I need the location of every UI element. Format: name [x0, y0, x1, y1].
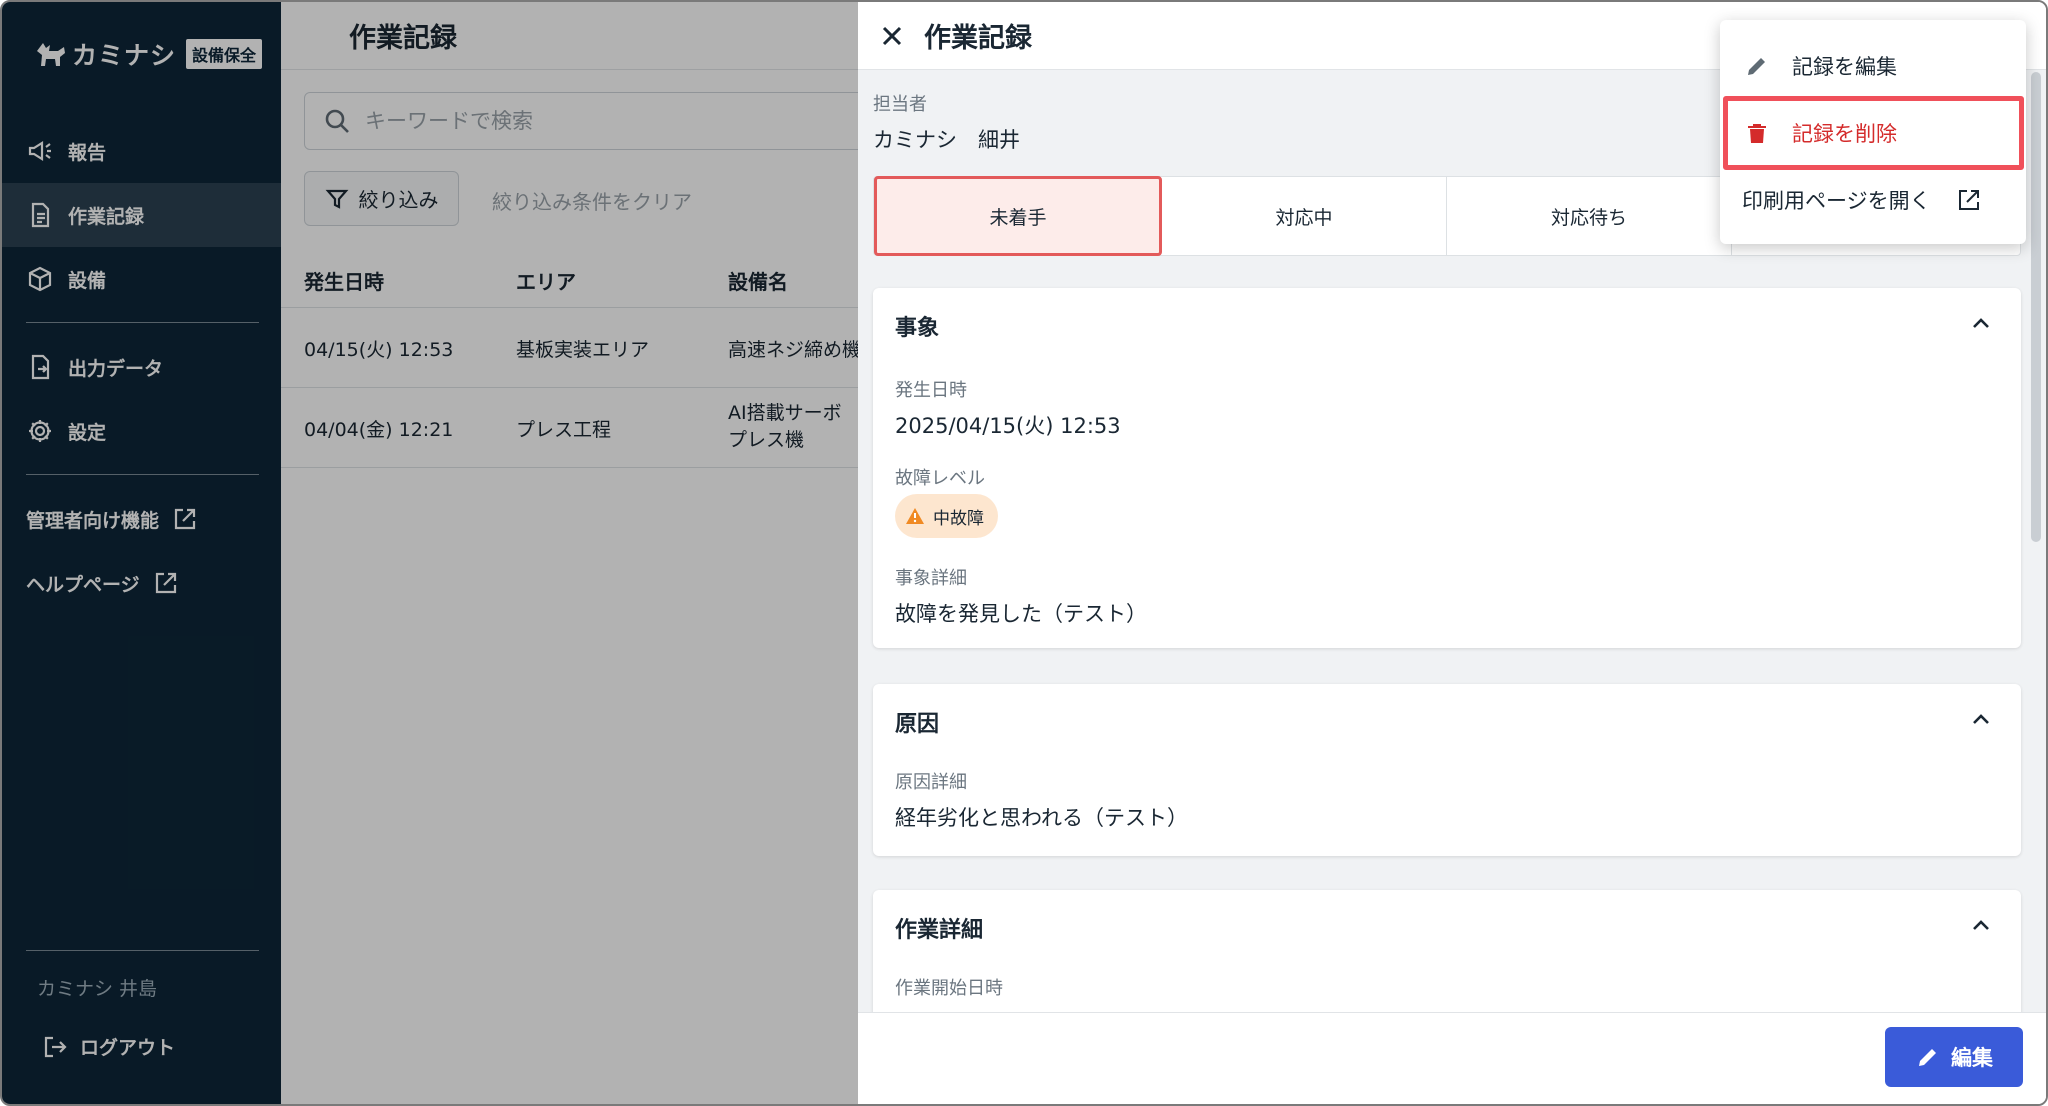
close-icon[interactable]	[874, 18, 910, 54]
work-record-list: 作業記録 絞り込み 絞り込み条件をクリア 発生日時 エリア 設備名 04/15(…	[281, 2, 904, 1104]
pencil-icon	[1919, 1049, 1936, 1066]
assignee-value: カミナシ 細井	[873, 128, 1020, 152]
event-section-card: 事象 発生日時 2025/04/15(火) 12:53 故障レベル 中故障 事象…	[873, 288, 2021, 648]
external-link-icon	[155, 572, 176, 594]
sidebar-divider	[26, 322, 259, 323]
edit-button[interactable]: 編集	[1885, 1027, 2023, 1087]
chevron-up-icon[interactable]	[1967, 912, 1995, 940]
event-detail-label: 事象詳細	[895, 568, 967, 589]
sidebar-link-admin[interactable]: 管理者向け機能	[26, 505, 199, 533]
menu-item-open-print-page[interactable]: 印刷用ページを開く	[1720, 168, 2026, 232]
logo-badge: 設備保全	[186, 39, 263, 69]
sidebar-item-report[interactable]: 報告	[2, 119, 281, 183]
event-detail-value: 故障を発見した（テスト）	[895, 602, 1147, 626]
current-user-name: カミナシ 井島	[37, 978, 158, 1000]
cell-equipment: AI搭載サーボプレス機	[728, 402, 842, 451]
chevron-up-icon[interactable]	[1967, 310, 1995, 338]
sidebar-item-label: 報告	[68, 141, 107, 164]
column-header-equipment[interactable]: 設備名	[728, 266, 788, 295]
cell-datetime: 04/04(金) 12:21	[304, 419, 454, 441]
status-tab-in-progress[interactable]: 対応中	[1162, 177, 1447, 255]
sidebar-item-label: 作業記録	[68, 205, 145, 228]
megaphone-icon	[28, 141, 51, 161]
app-logo[interactable]: カミナシ 設備保全	[34, 36, 263, 72]
external-link-icon	[1959, 190, 1979, 210]
cause-detail-label: 原因詳細	[895, 772, 967, 793]
main-header: 作業記録	[281, 2, 858, 70]
filter-icon	[325, 189, 348, 209]
deer-logo-icon	[37, 43, 65, 66]
work-detail-section-card: 作業詳細 作業開始日時	[873, 890, 2021, 1030]
logo-name: カミナシ	[72, 41, 177, 70]
cell-area: 基板実装エリア	[516, 339, 650, 361]
sidebar-item-export[interactable]: 出力データ	[2, 335, 281, 399]
column-header-area[interactable]: エリア	[516, 266, 576, 295]
status-tab-waiting[interactable]: 対応待ち	[1447, 177, 1732, 255]
logout-button[interactable]: ログアウト	[42, 1033, 175, 1060]
logout-icon	[44, 1036, 67, 1057]
clear-filter-link[interactable]: 絞り込み条件をクリア	[492, 186, 692, 215]
section-title: 原因	[895, 712, 940, 737]
occurred-value: 2025/04/15(火) 12:53	[895, 414, 1121, 438]
menu-item-edit-record[interactable]: 記録を編集	[1720, 34, 2026, 98]
cell-area: プレス工程	[516, 419, 612, 441]
table-row[interactable]: 04/04(金) 12:21 プレス工程 AI搭載サーボプレス機	[281, 388, 858, 468]
menu-item-label: 記録を編集	[1792, 55, 1897, 79]
scrollbar-thumb[interactable]	[2031, 72, 2041, 542]
status-tab-not-started[interactable]: 未着手	[874, 176, 1162, 256]
logout-label: ログアウト	[80, 1037, 176, 1059]
gear-icon	[29, 420, 51, 442]
failure-level-value: 中故障	[933, 508, 984, 529]
sidebar-item-label: 設備	[68, 269, 107, 292]
work-start-label: 作業開始日時	[895, 978, 1003, 999]
column-header-datetime[interactable]: 発生日時	[304, 266, 384, 295]
sidebar-divider	[26, 950, 259, 951]
sidebar-item-settings[interactable]: 設定	[2, 399, 281, 463]
edit-button-label: 編集	[1951, 1046, 1993, 1070]
filter-button[interactable]: 絞り込み	[304, 171, 459, 226]
menu-item-delete-record[interactable]: 記録を削除	[1720, 101, 2026, 165]
sidebar-item-work-records[interactable]: 作業記録	[2, 183, 281, 247]
table-row[interactable]: 04/15(火) 12:53 基板実装エリア 高速ネジ締め機	[281, 308, 858, 388]
failure-level-label: 故障レベル	[895, 468, 985, 489]
section-title: 事象	[895, 316, 940, 341]
search-icon	[325, 109, 349, 133]
search-bar[interactable]	[304, 92, 904, 150]
box-icon	[28, 266, 52, 292]
record-actions-menu: 記録を編集 記録を削除 印刷用ページを開く	[1720, 20, 2026, 244]
external-link-icon	[174, 508, 196, 530]
pencil-icon	[1748, 58, 1765, 75]
page-title: 作業記録	[349, 23, 457, 54]
occurred-label: 発生日時	[895, 380, 967, 401]
section-title: 作業詳細	[895, 918, 984, 943]
menu-item-label: 印刷用ページを開く	[1742, 189, 1931, 213]
menu-item-label: 記録を削除	[1792, 122, 1897, 146]
table-header: 発生日時 エリア 設備名	[281, 248, 858, 308]
chevron-up-icon[interactable]	[1967, 706, 1995, 734]
trash-icon	[1748, 124, 1766, 143]
sidebar-divider	[26, 474, 259, 475]
sidebar-link-label: 管理者向け機能	[26, 509, 160, 532]
sidebar-item-label: 設定	[68, 421, 107, 444]
warning-icon	[906, 508, 924, 524]
failure-level-badge: 中故障	[895, 494, 998, 538]
search-input[interactable]	[365, 109, 665, 133]
sidebar-link-help[interactable]: ヘルプページ	[26, 569, 180, 597]
app-window: カミナシ 設備保全 報告 作業記録 設備 出力データ 設定 管理者向け機能 ヘル…	[0, 0, 2048, 1106]
document-icon	[31, 202, 50, 228]
detail-title: 作業記録	[924, 23, 1032, 54]
sidebar: カミナシ 設備保全 報告 作業記録 設備 出力データ 設定 管理者向け機能 ヘル…	[2, 2, 281, 1104]
assignee-label: 担当者	[873, 94, 927, 115]
sidebar-item-label: 出力データ	[68, 357, 164, 380]
filter-label: 絞り込み	[358, 188, 439, 212]
file-export-icon	[31, 354, 50, 380]
cell-equipment: 高速ネジ締め機	[728, 339, 858, 361]
sidebar-link-label: ヘルプページ	[26, 573, 140, 596]
cell-datetime: 04/15(火) 12:53	[304, 339, 454, 361]
cause-section-card: 原因 原因詳細 経年劣化と思われる（テスト）	[873, 684, 2021, 856]
cause-detail-value: 経年劣化と思われる（テスト）	[895, 806, 1188, 830]
detail-footer: 編集	[858, 1012, 2046, 1104]
sidebar-item-equipment[interactable]: 設備	[2, 247, 281, 311]
